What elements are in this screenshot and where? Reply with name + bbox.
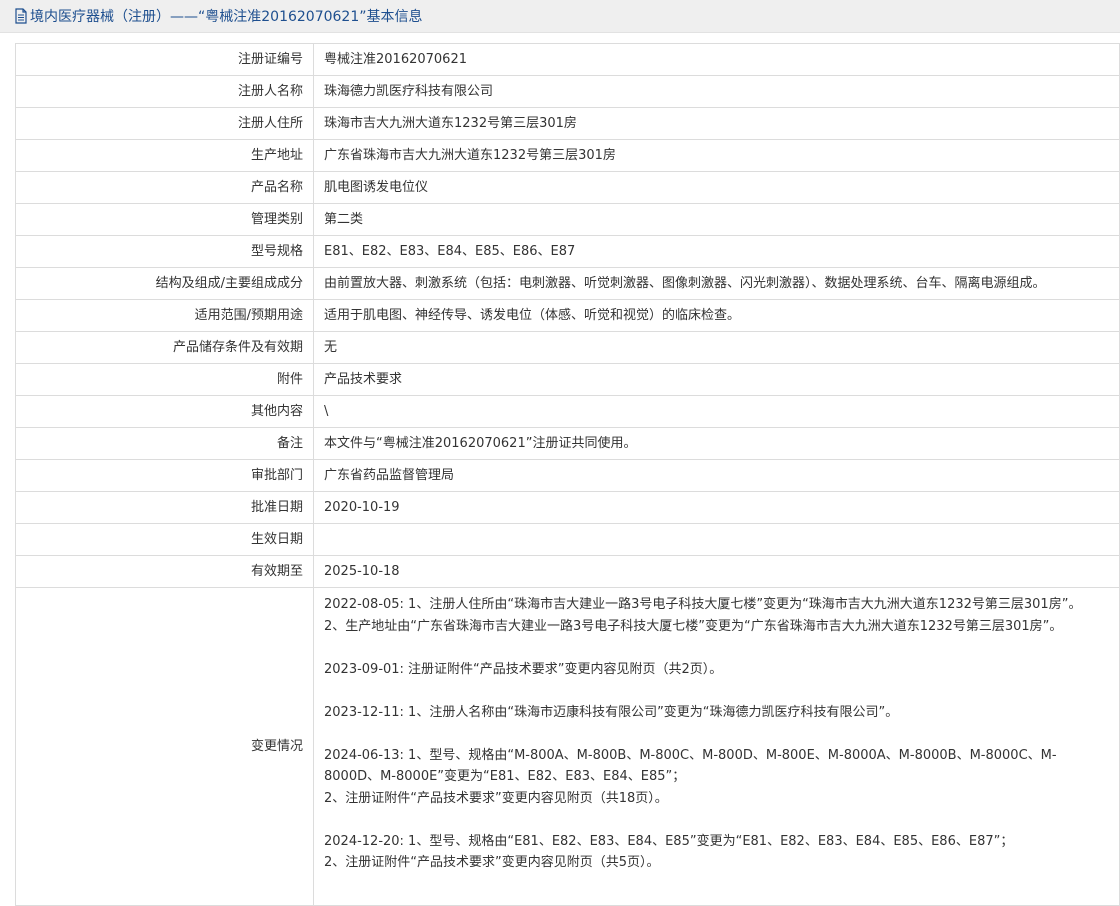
change-line: 2、注册证附件“产品技术要求”变更内容见附页（共5页）。 [324,855,660,870]
table-row: 注册人名称 珠海德力凯医疗科技有限公司 [15,75,1120,108]
field-value: 第二类 [313,203,1120,236]
table-row: 其他内容 \ [15,395,1120,428]
change-line: 2023-12-11: 1、注册人名称由“珠海市迈康科技有限公司”变更为“珠海德… [324,704,899,720]
change-history: 2022-08-05: 1、注册人住所由“珠海市吉大建业一路3号电子科技大厦七楼… [313,587,1120,906]
change-entry: 2023-12-11: 1、注册人名称由“珠海市迈康科技有限公司”变更为“珠海德… [324,702,1109,724]
field-label: 适用范围/预期用途 [15,299,314,332]
change-entry: 2023-09-01: 注册证附件“产品技术要求”变更内容见附页（共2页）。 [324,659,1109,681]
field-label: 批准日期 [15,491,314,524]
field-value: E81、E82、E83、E84、E85、E86、E87 [313,235,1120,268]
registration-info-table: 注册证编号 粤械注准20162070621 注册人名称 珠海德力凯医疗科技有限公司 注册… [15,43,1120,906]
field-label: 管理类别 [15,203,314,236]
field-label: 附件 [15,363,314,396]
field-value: 粤械注准20162070621 [313,43,1120,76]
field-label: 其他内容 [15,395,314,428]
field-label: 生产地址 [15,139,314,172]
field-label: 型号规格 [15,235,314,268]
table-row: 产品储存条件及有效期无 [15,331,1120,364]
table-row: 结构及组成/主要组成成分 由前置放大器、刺激系统（包括：电刺激器、听觉刺激器、图像… [15,267,1120,300]
change-entry: 2022-08-05: 1、注册人住所由“珠海市吉大建业一路3号电子科技大厦七楼… [324,594,1109,637]
page-header: 境内医疗器械（注册）——“粤械注准20162070621”基本信息 [0,0,1120,33]
table-row: 审批部门 广东省药品监督管理局 [15,459,1120,492]
change-line: 2、注册证附件“产品技术要求”变更内容见附页（共18页）。 [324,790,668,806]
field-value: 2020-10-19 [313,491,1120,524]
field-label: 产品储存条件及有效期 [15,331,314,364]
field-label: 生效日期 [15,523,314,556]
field-label: 审批部门 [15,459,314,492]
table-row: 适用范围/预期用途 适用于肌电图、神经传导、诱发电位（体感、听觉和视觉）的临床检查… [15,299,1120,332]
field-label: 注册证编号 [15,43,314,76]
field-value [313,523,1120,556]
field-value: 2025-10-18 [313,555,1120,588]
field-value: 珠海市吉大九洲大道东1232号第三层301房 [313,107,1120,140]
field-value: \ [313,395,1120,428]
table-row: 管理类别 第二类 [15,203,1120,236]
field-label: 变更情况 [15,587,314,906]
field-value: 本文件与“粤械注准20162070621”注册证共同使用。 [313,427,1120,460]
field-label: 注册人住所 [15,107,314,140]
field-value: 无 [313,331,1120,364]
field-label: 注册人名称 [15,75,314,108]
field-label: 产品名称 [15,171,314,204]
table-row-changes: 变更情况 2022-08-05: 1、注册人住所由“珠海市吉大建业一路3号电子科技… [15,587,1120,906]
field-value: 广东省药品监督管理局 [313,459,1120,492]
table-row: 附件 产品技术要求 [15,363,1120,396]
change-line: 2024-12-20: 1、型号、规格由“E81、E82、E83、E84、E85… [324,833,1014,849]
field-value: 珠海德力凯医疗科技有限公司 [313,75,1120,108]
field-value: 适用于肌电图、神经传导、诱发电位（体感、听觉和视觉）的临床检查。 [313,299,1120,332]
field-value: 由前置放大器、刺激系统（包括：电刺激器、听觉刺激器、图像刺激器、闪光刺激器）、数… [313,267,1120,300]
table-row: 生产地址 广东省珠海市吉大九洲大道东1232号第三层301房 [15,139,1120,172]
table-row: 生效日期 [15,523,1120,556]
table-row: 批准日期 2020-10-19 [15,491,1120,524]
field-label: 结构及组成/主要组成成分 [15,267,314,300]
table-row: 型号规格 E81、E82、E83、E84、E85、E86、E87 [15,235,1120,268]
document-icon [14,8,28,24]
table-row: 产品名称 肌电图诱发电位仪 [15,171,1120,204]
table-row: 备注 本文件与“粤械注准20162070621”注册证共同使用。 [15,427,1120,460]
table-row: 注册人住所 珠海市吉大九洲大道东1232号第三层301房 [15,107,1120,140]
change-entry: 2024-06-13: 1、型号、规格由“M-800A、M-800B、M-800… [324,745,1109,810]
change-line: 2022-08-05: 1、注册人住所由“珠海市吉大建业一路3号电子科技大厦七楼… [324,597,1082,612]
change-line: 2024-06-13: 1、型号、规格由“M-800A、M-800B、M-800… [324,747,1057,785]
change-line: 2、生产地址由“广东省珠海市吉大建业一路3号电子科技大厦七楼”变更为“广东省珠海… [324,618,1063,634]
table-row: 有效期至 2025-10-18 [15,555,1120,588]
field-label: 备注 [15,427,314,460]
field-value: 广东省珠海市吉大九洲大道东1232号第三层301房 [313,139,1120,172]
field-value: 产品技术要求 [313,363,1120,396]
change-entry: 2024-12-20: 1、型号、规格由“E81、E82、E83、E84、E85… [324,831,1109,874]
page-title: 境内医疗器械（注册）——“粤械注准20162070621”基本信息 [30,9,423,25]
field-value: 肌电图诱发电位仪 [313,171,1120,204]
table-row: 注册证编号 粤械注准20162070621 [15,43,1120,76]
change-line: 2023-09-01: 注册证附件“产品技术要求”变更内容见附页（共2页）。 [324,661,723,677]
field-label: 有效期至 [15,555,314,588]
